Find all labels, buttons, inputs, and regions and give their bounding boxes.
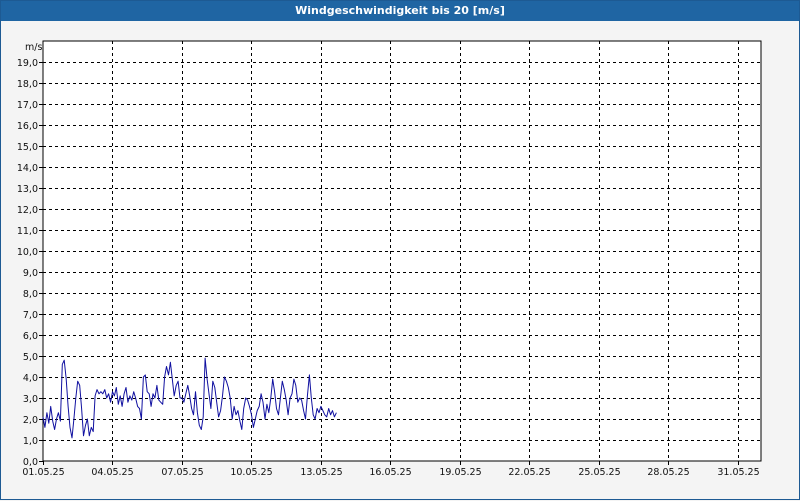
y-tick-label: 3,0 xyxy=(23,394,38,405)
x-tick-label: 01.05.25 xyxy=(22,467,64,478)
plot-area xyxy=(42,40,762,462)
y-tick-label: 10,0 xyxy=(17,247,38,258)
wind-speed-chart: 0,01,02,03,04,05,06,07,08,09,010,011,012… xyxy=(17,40,762,478)
x-tick-label: 31.05.25 xyxy=(717,467,759,478)
x-tick-label: 04.05.25 xyxy=(91,467,133,478)
y-tick-label: 19,0 xyxy=(17,58,38,69)
x-tick-label: 10.05.25 xyxy=(230,467,272,478)
y-tick-label: 8,0 xyxy=(23,289,38,300)
y-tick-label: 4,0 xyxy=(23,373,38,384)
y-tick-label: 1,0 xyxy=(23,436,38,447)
x-tick-label: 19.05.25 xyxy=(439,467,481,478)
y-tick-label: 14,0 xyxy=(17,163,38,174)
x-tick-label: 28.05.25 xyxy=(647,467,689,478)
y-tick-label: 13,0 xyxy=(17,184,38,195)
y-tick-label: 17,0 xyxy=(17,100,38,111)
x-tick-label: 16.05.25 xyxy=(369,467,411,478)
y-tick-label: 15,0 xyxy=(17,142,38,153)
y-tick-label: 2,0 xyxy=(23,415,38,426)
x-tick-label: 07.05.25 xyxy=(161,467,203,478)
y-tick-label: 12,0 xyxy=(17,205,38,216)
y-tick-label: 18,0 xyxy=(17,79,38,90)
x-tick-label: 25.05.25 xyxy=(578,467,620,478)
y-tick-label: 9,0 xyxy=(23,268,38,279)
x-tick-label: 22.05.25 xyxy=(508,467,550,478)
y-tick-label: 7,0 xyxy=(23,310,38,321)
y-tick-label: 16,0 xyxy=(17,121,38,132)
y-axis-label: m/s xyxy=(25,42,42,53)
y-tick-label: 5,0 xyxy=(23,352,38,363)
y-tick-label: 11,0 xyxy=(17,226,38,237)
chart-window: Windgeschwindigkeit bis 20 [m/s] 0,0 1,0 2… xyxy=(0,0,800,500)
x-tick-label: 13.05.25 xyxy=(300,467,342,478)
y-tick-label: 6,0 xyxy=(23,331,38,342)
